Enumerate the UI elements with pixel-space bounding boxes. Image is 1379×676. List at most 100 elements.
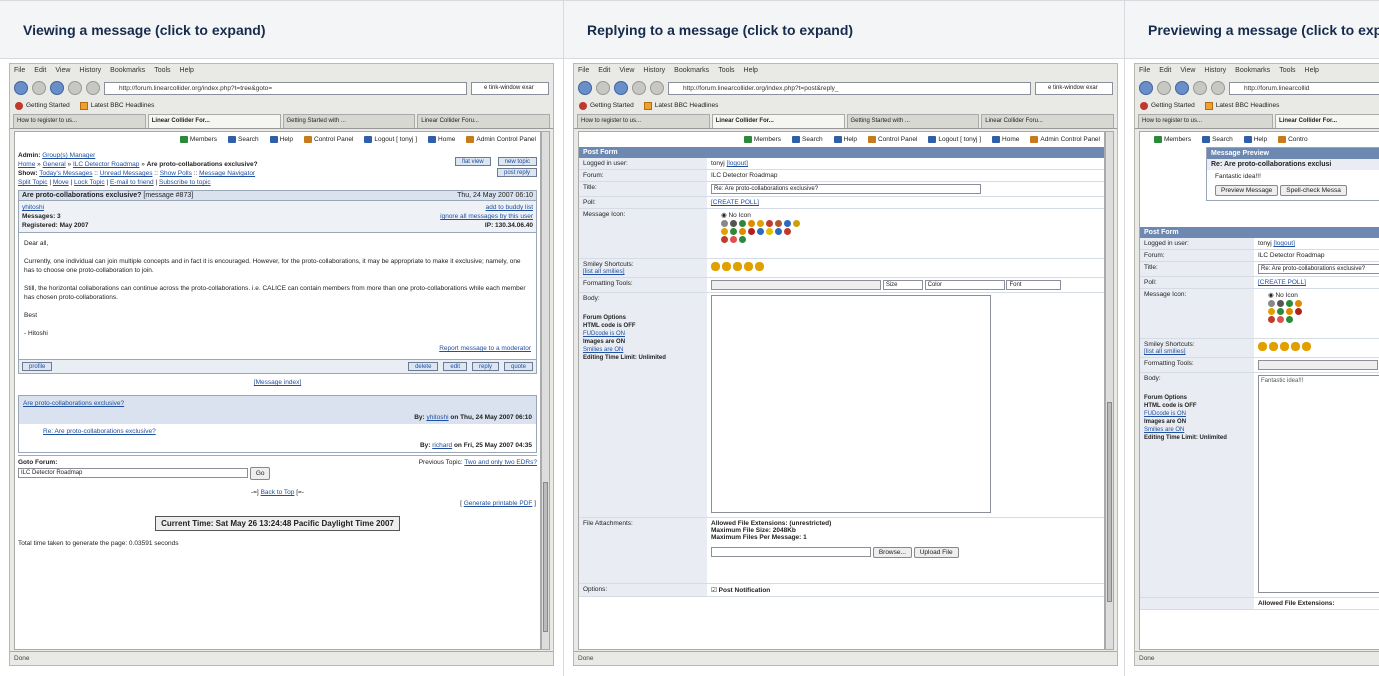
ignore-link[interactable]: ignore all messages by this user (440, 213, 533, 220)
flat-view-button[interactable]: flat view (454, 157, 491, 166)
menu-file[interactable]: File (14, 67, 25, 75)
thread-item-1[interactable]: Are proto-collaborations exclusive? By: … (19, 396, 536, 424)
size-select[interactable]: Size (882, 280, 923, 290)
profile-button[interactable]: profile (22, 362, 53, 371)
link-help[interactable]: Help (269, 136, 293, 143)
screenshot-preview[interactable]: File Edit View History Bookmarks Tools H… (1134, 63, 1379, 666)
browser-tabs: How to register to us... Linear Collider… (1135, 113, 1379, 129)
back-arrow-icon[interactable] (14, 81, 28, 95)
link-home[interactable]: Home (428, 136, 455, 143)
upload-file-button[interactable]: Upload File (913, 547, 959, 558)
logout-link[interactable]: [logout] (727, 160, 748, 167)
message-index-link[interactable]: [Message index] (254, 379, 301, 386)
bookmark-getting-started[interactable]: Getting Started (15, 101, 70, 110)
vertical-scrollbar[interactable] (541, 131, 550, 650)
search-icon (1202, 136, 1211, 143)
create-poll-link[interactable]: [CREATE POLL] (711, 199, 759, 206)
forward-arrow-icon[interactable] (596, 81, 610, 95)
stop-icon[interactable] (632, 81, 646, 95)
file-path-input[interactable] (711, 547, 871, 558)
reload-icon[interactable] (1175, 81, 1189, 95)
firefox-icon (579, 101, 587, 110)
stop-icon[interactable] (1193, 81, 1207, 95)
color-select[interactable]: Color (924, 280, 1005, 290)
link-group-manager[interactable]: Group(s) Manager (42, 152, 95, 159)
previous-topic-link[interactable]: Two and only two EDRs? (464, 459, 537, 466)
menu-tools[interactable]: Tools (154, 67, 170, 75)
reload-icon[interactable] (614, 81, 628, 95)
menu-edit[interactable]: Edit (34, 67, 46, 75)
forward-arrow-icon[interactable] (32, 81, 46, 95)
quote-button[interactable]: quote (503, 362, 533, 371)
author-link[interactable]: yhitoshi (22, 204, 44, 211)
title-input[interactable]: Re: Are proto-collaborations exclusive? (1258, 264, 1379, 274)
message-header: Are proto-collaborations exclusive? [mes… (18, 190, 537, 201)
browser-navbar: http://forum.linearcollider.org/index.ph… (10, 78, 553, 98)
back-arrow-icon[interactable] (1139, 81, 1153, 95)
pdf-link[interactable]: Generate printable PDF (464, 500, 533, 507)
goto-forum-select[interactable]: ILC Detector Roadmap (18, 468, 248, 479)
formatting-toolbar: Size Color Font (707, 277, 1104, 293)
body-textarea[interactable]: Fantastic idea!!! (1258, 375, 1379, 593)
tab-3[interactable]: Getting Started with ... (282, 114, 416, 128)
bookmarks-bar: Getting Started Latest BBC Headlines (1135, 98, 1379, 113)
new-topic-button[interactable]: new topic (497, 157, 537, 166)
column-header-reply[interactable]: Replying to a message (click to expand) (564, 1, 1124, 59)
message-buttons: profile delete edit reply quote (19, 359, 536, 373)
reload-icon[interactable] (50, 81, 64, 95)
column-header-view[interactable]: Viewing a message (click to expand) (0, 1, 563, 59)
format-buttons[interactable] (1258, 360, 1378, 370)
link-admin[interactable]: Admin Control Panel (466, 136, 536, 143)
report-link[interactable]: Report message to a moderator (439, 345, 531, 352)
smiley-shortcuts (707, 258, 1104, 278)
menu-bookmarks[interactable]: Bookmarks (110, 67, 145, 75)
post-notification-option[interactable]: ☑ Post Notification (707, 583, 1104, 597)
tab-1[interactable]: How to register to us... (13, 114, 146, 128)
home-icon[interactable] (86, 81, 100, 95)
logout-icon (364, 136, 373, 143)
link-logout[interactable]: Logout [ tonyj ] (364, 136, 417, 143)
home-icon (992, 136, 1001, 143)
menu-view[interactable]: View (55, 67, 70, 75)
home-icon[interactable] (1211, 81, 1225, 95)
reply-button[interactable]: reply (472, 362, 500, 371)
breadcrumb-title: Are proto-collaborations exclusive? (146, 161, 258, 168)
column-header-preview[interactable]: Previewing a message (click to expand) (1125, 1, 1379, 59)
url-field[interactable]: http://forum.linearcollider.org/index.ph… (104, 81, 467, 95)
buddy-link[interactable]: add to buddy list (486, 204, 533, 211)
back-arrow-icon[interactable] (578, 81, 592, 95)
spell-check-button[interactable]: Spell-check Messa (1280, 185, 1347, 196)
screenshot-reply[interactable]: File Edit View History Bookmarks Tools H… (573, 63, 1118, 666)
thread-item-2[interactable]: Re: Are proto-collaborations exclusive? … (19, 424, 536, 452)
menu-help[interactable]: Help (180, 67, 194, 75)
url-field[interactable]: http://forum.linearcollid (1229, 81, 1379, 95)
preview-message-button[interactable]: Preview Message (1215, 185, 1279, 196)
list-smilies-link[interactable]: [list all smilies] (583, 268, 625, 275)
search-field[interactable]: e tink-window exar (1035, 81, 1113, 95)
tab-4[interactable]: Linear Collider Foru... (417, 114, 550, 128)
menu-history[interactable]: History (79, 67, 101, 75)
edit-button[interactable]: edit (443, 362, 468, 371)
stop-icon[interactable] (68, 81, 82, 95)
browse-button[interactable]: Browse... (872, 547, 912, 558)
goto-forum: Goto Forum: ILC Detector Roadmap Go Prev… (18, 455, 537, 480)
search-field[interactable]: e tink-window exar (471, 81, 549, 95)
link-members[interactable]: Members (179, 136, 217, 143)
back-to-top-link[interactable]: Back to Top (261, 489, 295, 496)
forward-arrow-icon[interactable] (1157, 81, 1171, 95)
body-textarea[interactable] (711, 295, 991, 513)
home-icon[interactable] (650, 81, 664, 95)
post-reply-button[interactable]: post reply (496, 168, 537, 177)
format-buttons[interactable] (711, 280, 881, 290)
go-button[interactable]: Go (249, 467, 271, 480)
tab-2-active[interactable]: Linear Collider For... (147, 114, 281, 128)
link-search[interactable]: Search (228, 136, 259, 143)
vertical-scrollbar[interactable] (1105, 131, 1114, 650)
link-control-panel[interactable]: Control Panel (304, 136, 353, 143)
bookmark-bbc[interactable]: Latest BBC Headlines (79, 101, 154, 110)
title-input[interactable]: Re: Are proto-collaborations exclusive? (711, 184, 981, 194)
font-select[interactable]: Font (1006, 280, 1062, 290)
url-field[interactable]: http://forum.linearcollider.org/index.ph… (668, 81, 1031, 95)
screenshot-view[interactable]: File Edit View History Bookmarks Tools H… (9, 63, 554, 666)
delete-button[interactable]: delete (408, 362, 439, 371)
